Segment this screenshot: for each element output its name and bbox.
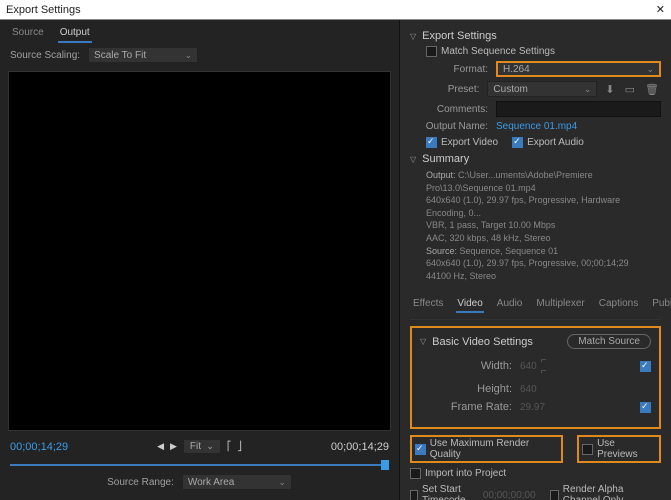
export-audio-checkbox[interactable]	[512, 137, 523, 148]
window-title: Export Settings	[6, 4, 81, 16]
output-name-link[interactable]: Sequence 01.mp4	[496, 121, 577, 132]
max-quality-checkbox[interactable]	[415, 444, 426, 455]
set-start-tc-checkbox[interactable]	[410, 490, 418, 500]
out-point-icon[interactable]: ⎦	[237, 441, 242, 452]
use-previews-checkbox[interactable]	[582, 444, 593, 455]
timeline-slider[interactable]	[10, 458, 389, 472]
format-select[interactable]: H.264	[496, 61, 661, 77]
in-point-icon[interactable]: ⎡	[227, 441, 232, 452]
tab-captions[interactable]: Captions	[598, 296, 639, 313]
caret-icon: ▽	[410, 155, 416, 164]
match-source-button[interactable]: Match Source	[567, 334, 651, 349]
width-match-checkbox[interactable]	[640, 361, 651, 372]
source-scaling-label: Source Scaling:	[10, 50, 80, 61]
framerate-match-checkbox[interactable]	[640, 402, 651, 413]
tab-video[interactable]: Video	[456, 296, 483, 313]
comments-input[interactable]	[496, 101, 661, 117]
tab-effects[interactable]: Effects	[412, 296, 444, 313]
delete-preset-icon[interactable]: 🗑	[643, 83, 661, 96]
tab-publish[interactable]: Publish	[651, 296, 671, 313]
import-project-checkbox[interactable]	[410, 468, 421, 479]
titlebar: Export Settings ✕	[0, 0, 671, 20]
summary-header[interactable]: ▽ Summary	[410, 153, 661, 165]
caret-icon: ▽	[410, 32, 416, 41]
import-preset-icon[interactable]: ▭	[623, 83, 637, 96]
caret-icon: ▽	[420, 337, 426, 346]
settings-tabs: Effects Video Audio Multiplexer Captions…	[410, 290, 661, 320]
export-settings-header[interactable]: ▽ Export Settings	[410, 30, 661, 42]
source-range-select[interactable]: Work Area	[182, 474, 292, 490]
framerate-value[interactable]: 29.97	[520, 402, 545, 413]
timecode-in[interactable]: 00;00;14;29	[10, 441, 68, 453]
source-scaling-select[interactable]: Scale To Fit	[88, 47, 198, 63]
tab-audio[interactable]: Audio	[496, 296, 524, 313]
close-icon[interactable]: ✕	[656, 3, 665, 16]
export-video-checkbox[interactable]	[426, 137, 437, 148]
render-alpha-checkbox[interactable]	[550, 490, 559, 500]
tab-source[interactable]: Source	[10, 24, 46, 43]
zoom-fit-select[interactable]: Fit	[183, 439, 221, 454]
match-sequence-checkbox[interactable]	[426, 46, 437, 57]
timecode-out: 00;00;14;29	[331, 441, 389, 453]
prev-frame-icon[interactable]: ◀	[157, 441, 164, 452]
play-icon[interactable]: ▶	[170, 441, 177, 452]
tab-output[interactable]: Output	[58, 24, 92, 43]
tab-multiplexer[interactable]: Multiplexer	[535, 296, 585, 313]
summary-block: Output: C:\User...uments\Adobe\Premiere …	[426, 169, 661, 282]
height-value[interactable]: 640	[520, 384, 537, 395]
source-range-label: Source Range:	[107, 477, 174, 488]
preset-select[interactable]: Custom	[487, 81, 597, 97]
left-tabs: Source Output	[0, 20, 399, 43]
save-preset-icon[interactable]: ⬇	[603, 83, 616, 96]
width-value[interactable]: 640	[520, 361, 537, 372]
preview-area	[8, 71, 391, 431]
link-dimensions-icon[interactable]: ⌐⌐	[537, 355, 551, 377]
basic-video-settings: ▽Basic Video Settings Match Source Width…	[410, 326, 661, 429]
